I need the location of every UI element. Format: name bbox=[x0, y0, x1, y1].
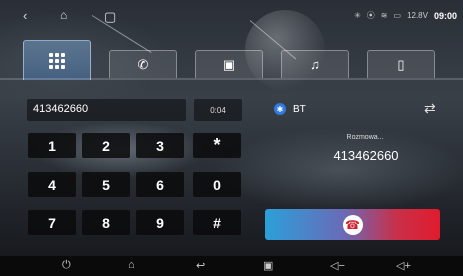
key-9[interactable]: 9 bbox=[136, 210, 184, 235]
back-icon[interactable]: ↩ bbox=[196, 259, 205, 272]
call-history-icon: ✆ bbox=[137, 56, 149, 72]
key-4[interactable]: 4 bbox=[28, 172, 76, 197]
phone-link-icon: ▯ bbox=[397, 56, 405, 72]
key-7[interactable]: 7 bbox=[28, 210, 76, 235]
contacts-icon: ▣ bbox=[222, 56, 236, 72]
key-5[interactable]: 5 bbox=[82, 172, 130, 197]
tab-divider bbox=[0, 78, 463, 80]
key-star[interactable]: * bbox=[193, 133, 241, 158]
key-1[interactable]: 1 bbox=[28, 133, 76, 158]
status-bar: ‹ ⌂ ▢ ✳ ⦿ ≋ ▭ 12.8V 09:00 bbox=[0, 0, 463, 36]
dialed-number-field[interactable]: 413462660 bbox=[27, 99, 186, 121]
tab-phone-link[interactable]: ▯ bbox=[367, 50, 435, 78]
navigation-bar: ⏻ ⌂ ↩ ▣ ◁− ◁+ bbox=[0, 256, 463, 276]
bluetooth-icon: ✳ bbox=[354, 11, 361, 20]
recents-icon[interactable]: ▣ bbox=[263, 259, 273, 272]
audio-transfer-icon[interactable]: ⇄ bbox=[424, 100, 436, 117]
bt-indicator: ✱ BT bbox=[274, 103, 306, 115]
tab-contacts[interactable]: ▣ bbox=[195, 50, 263, 78]
volume-up-icon[interactable]: ◁+ bbox=[396, 259, 411, 272]
volume-down-icon[interactable]: ◁− bbox=[330, 259, 345, 272]
bt-label: BT bbox=[293, 103, 306, 115]
key-2[interactable]: 2 bbox=[82, 133, 130, 158]
call-status: Rozmowa... bbox=[346, 134, 384, 141]
power-icon[interactable]: ⏻ bbox=[62, 259, 71, 272]
battery-icon: ▭ bbox=[393, 11, 402, 20]
bluetooth-icon: ✱ bbox=[274, 103, 286, 115]
call-duration: 0:04 bbox=[194, 99, 242, 121]
clock: 09:00 bbox=[433, 10, 457, 21]
dialpad-icon bbox=[49, 52, 65, 69]
key-6[interactable]: 6 bbox=[136, 172, 184, 197]
wifi-icon: ≋ bbox=[380, 11, 388, 20]
hangup-button[interactable]: ☎ bbox=[265, 209, 440, 240]
recent-square-icon[interactable]: ▢ bbox=[104, 9, 116, 25]
bluetooth-music-icon: ♫ bbox=[310, 57, 320, 72]
tab-dialpad[interactable] bbox=[23, 40, 91, 80]
voltage-label: 12.8V bbox=[407, 11, 428, 20]
tab-call-history[interactable]: ✆ bbox=[109, 50, 177, 78]
key-8[interactable]: 8 bbox=[82, 210, 130, 235]
back-icon[interactable]: ‹ bbox=[23, 8, 27, 23]
home-outline-icon[interactable]: ⌂ bbox=[60, 8, 67, 22]
home-icon[interactable]: ⌂ bbox=[128, 259, 135, 271]
dialer-screen: ‹ ⌂ ▢ ✳ ⦿ ≋ ▭ 12.8V 09:00 ✆ ▣ ♫ ▯ 413462… bbox=[0, 0, 463, 276]
location-icon: ⦿ bbox=[366, 11, 375, 20]
key-0[interactable]: 0 bbox=[193, 172, 241, 197]
tab-bluetooth-music[interactable]: ♫ bbox=[281, 50, 349, 78]
key-3[interactable]: 3 bbox=[136, 133, 184, 158]
call-number: 413462660 bbox=[333, 148, 399, 163]
key-hash[interactable]: # bbox=[193, 210, 241, 235]
hangup-phone-icon: ☎ bbox=[342, 214, 363, 235]
